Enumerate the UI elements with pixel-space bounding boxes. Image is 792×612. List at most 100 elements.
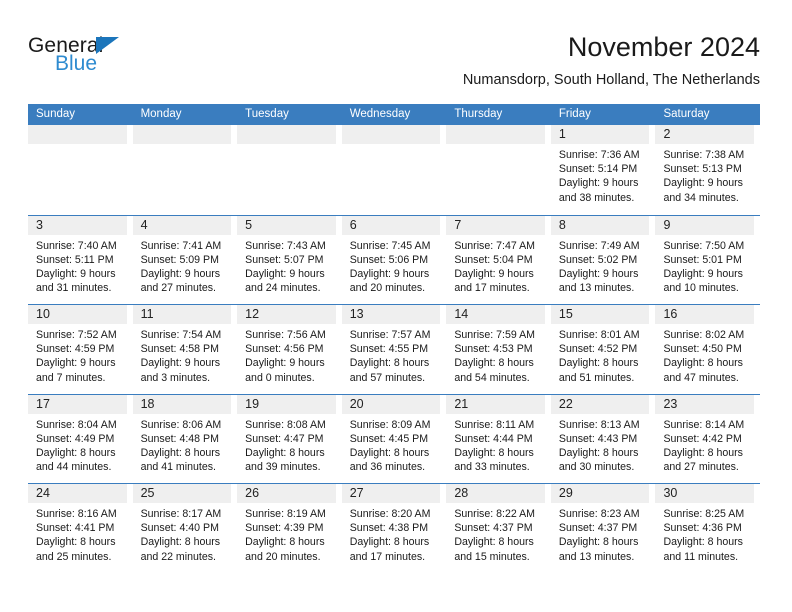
day-detail-line: and 20 minutes. [349, 282, 426, 295]
day-detail-line: Daylight: 9 hours [36, 267, 116, 280]
calendar-day-cell[interactable]: 14 Sunrise: 7:59 AM Sunset: 4:53 PM Dayligh… [446, 305, 551, 394]
day-detail-line: Sunset: 4:44 PM [454, 432, 533, 445]
day-detail-line: Sunset: 4:49 PM [36, 432, 115, 445]
day-detail-line: Sunrise: 7:36 AM [558, 149, 640, 161]
day-detail-line: Daylight: 8 hours [245, 446, 325, 459]
calendar-day-cell[interactable]: 27 Sunrise: 8:20 AM Sunset: 4:38 PM Dayligh… [341, 484, 447, 573]
day-details: Sunrise: 7:43 AM Sunset: 5:07 PM Daylight:… [237, 235, 336, 296]
day-detail-line: and 22 minutes. [140, 550, 216, 563]
day-of-week-header-wednesday: Wednesday [349, 108, 411, 120]
calendar-day-cell[interactable]: 26 Sunrise: 8:19 AM Sunset: 4:39 PM Dayligh… [237, 484, 342, 573]
calendar-day-cell[interactable]: 23 Sunrise: 8:14 AM Sunset: 4:42 PM Dayligh… [655, 394, 761, 483]
day-detail-line: Sunrise: 8:06 AM [140, 418, 222, 431]
day-details: Sunrise: 7:52 AM Sunset: 4:59 PM Daylight:… [28, 324, 127, 385]
day-detail-line: Sunrise: 7:57 AM [349, 329, 431, 341]
logo-triangle-icon [96, 37, 119, 54]
calendar-day-cell[interactable]: 22 Sunrise: 8:13 AM Sunset: 4:43 PM Dayligh… [550, 394, 656, 483]
day-number [132, 125, 232, 144]
day-detail-line: Sunset: 5:04 PM [454, 253, 533, 266]
day-detail-line: Sunset: 4:37 PM [558, 522, 638, 535]
calendar-day-cell[interactable]: 9 Sunrise: 7:50 AM Sunset: 5:01 PM Daylight… [655, 215, 761, 304]
calendar-day-cell[interactable]: 12 Sunrise: 7:56 AM Sunset: 4:56 PM Dayligh… [237, 305, 342, 394]
calendar-day-cell[interactable]: 19 Sunrise: 8:08 AM Sunset: 4:47 PM Dayligh… [237, 394, 342, 483]
day-of-week-header-tuesday: Tuesday [245, 108, 289, 120]
day-detail-line: Daylight: 9 hours [349, 267, 430, 280]
day-detail-line: Sunrise: 7:45 AM [349, 239, 431, 252]
day-details: Sunrise: 8:11 AM Sunset: 4:44 PM Daylight:… [446, 414, 545, 475]
day-detail-line: Sunrise: 8:19 AM [245, 508, 326, 520]
calendar-day-cell-empty [237, 125, 342, 215]
day-number: 20 [341, 394, 441, 414]
day-details: Sunrise: 7:54 AM Sunset: 4:58 PM Daylight:… [133, 324, 232, 385]
calendar-day-cell[interactable]: 17 Sunrise: 8:04 AM Sunset: 4:49 PM Dayligh… [28, 394, 133, 483]
day-number: 30 [655, 484, 755, 503]
day-details: Sunrise: 8:04 AM Sunset: 4:49 PM Daylight:… [28, 414, 127, 475]
calendar-day-cell[interactable]: 11 Sunrise: 7:54 AM Sunset: 4:58 PM Dayligh… [132, 305, 238, 394]
calendar-day-cell[interactable]: 16 Sunrise: 8:02 AM Sunset: 4:50 PM Dayligh… [655, 305, 761, 394]
calendar-day-cell[interactable]: 13 Sunrise: 7:57 AM Sunset: 4:55 PM Dayligh… [341, 305, 447, 394]
day-detail-line: Sunrise: 8:22 AM [454, 508, 535, 520]
day-detail-line: Sunrise: 8:02 AM [663, 329, 745, 341]
day-number: 13 [341, 305, 441, 324]
calendar-day-cell[interactable]: 30 Sunrise: 8:25 AM Sunset: 4:36 PM Dayligh… [655, 484, 761, 573]
day-detail-line: Sunset: 4:56 PM [245, 343, 324, 356]
calendar-day-cell[interactable]: 29 Sunrise: 8:23 AM Sunset: 4:37 PM Dayligh… [550, 484, 656, 573]
calendar-day-cell[interactable]: 1 Sunrise: 7:36 AM Sunset: 5:14 PM Daylight… [550, 125, 656, 215]
day-detail-line: and 20 minutes. [245, 550, 321, 563]
day-details [133, 144, 232, 148]
calendar-day-cell[interactable]: 3 Sunrise: 7:40 AM Sunset: 5:11 PM Daylight… [28, 215, 133, 304]
day-number [446, 125, 545, 144]
day-detail-line: Daylight: 8 hours [140, 446, 221, 459]
calendar-day-cell[interactable]: 28 Sunrise: 8:22 AM Sunset: 4:37 PM Dayligh… [446, 484, 551, 573]
day-detail-line: Sunset: 5:01 PM [663, 253, 742, 266]
calendar-day-cell[interactable]: 10 Sunrise: 7:52 AM Sunset: 4:59 PM Dayligh… [28, 305, 133, 394]
calendar-day-cell[interactable]: 6 Sunrise: 7:45 AM Sunset: 5:06 PM Daylight… [341, 215, 447, 304]
day-detail-line: Sunrise: 8:23 AM [558, 508, 640, 520]
calendar-day-cell[interactable]: 21 Sunrise: 8:11 AM Sunset: 4:44 PM Dayligh… [446, 394, 551, 483]
day-detail-line: Daylight: 8 hours [663, 536, 743, 549]
day-details: Sunrise: 7:59 AM Sunset: 4:53 PM Daylight:… [446, 324, 545, 385]
day-detail-line: and 41 minutes. [140, 461, 216, 474]
day-detail-line: Sunset: 5:14 PM [558, 163, 638, 176]
day-detail-line: Daylight: 8 hours [454, 357, 534, 370]
day-number [341, 125, 441, 144]
calendar-day-cell[interactable]: 20 Sunrise: 8:09 AM Sunset: 4:45 PM Dayligh… [341, 394, 447, 483]
day-detail-line: Sunrise: 8:11 AM [454, 418, 535, 431]
day-details: Sunrise: 8:16 AM Sunset: 4:41 PM Daylight:… [28, 503, 127, 564]
calendar-day-cell[interactable]: 8 Sunrise: 7:49 AM Sunset: 5:02 PM Daylight… [550, 215, 656, 304]
day-detail-line: Sunset: 4:41 PM [36, 522, 115, 535]
day-detail-line: Sunrise: 7:56 AM [245, 329, 326, 341]
calendar-day-cell[interactable]: 7 Sunrise: 7:47 AM Sunset: 5:04 PM Daylight… [446, 215, 551, 304]
day-detail-line: Daylight: 9 hours [663, 177, 743, 190]
day-number: 19 [237, 394, 336, 414]
day-detail-line: and 17 minutes. [349, 550, 426, 563]
day-details: Sunrise: 7:47 AM Sunset: 5:04 PM Daylight:… [446, 235, 545, 296]
day-details: Sunrise: 7:40 AM Sunset: 5:11 PM Daylight:… [28, 235, 127, 296]
day-number: 9 [655, 215, 755, 235]
day-detail-line: Daylight: 8 hours [36, 446, 116, 459]
day-detail-line: and 51 minutes. [558, 371, 635, 384]
calendar-day-cell[interactable]: 4 Sunrise: 7:41 AM Sunset: 5:09 PM Daylight… [132, 215, 238, 304]
day-details: Sunrise: 8:02 AM Sunset: 4:50 PM Daylight:… [655, 324, 754, 385]
day-detail-line: Daylight: 9 hours [245, 267, 325, 280]
calendar-day-cell-empty [446, 125, 551, 215]
day-detail-line: and 36 minutes. [349, 461, 426, 474]
day-detail-line: Sunrise: 7:50 AM [663, 239, 745, 252]
day-detail-line: Sunset: 4:42 PM [663, 432, 742, 445]
day-detail-line: and 27 minutes. [663, 461, 739, 474]
day-detail-line: Sunrise: 8:04 AM [36, 418, 117, 431]
day-detail-line: and 10 minutes. [663, 282, 739, 295]
calendar-day-cell[interactable]: 15 Sunrise: 8:01 AM Sunset: 4:52 PM Dayligh… [550, 305, 656, 394]
calendar-day-cell[interactable]: 18 Sunrise: 8:06 AM Sunset: 4:48 PM Dayligh… [132, 394, 238, 483]
calendar-day-cell-empty [132, 125, 238, 215]
calendar-week-row: 1 Sunrise: 7:36 AM Sunset: 5:14 PM Daylight… [28, 125, 761, 215]
calendar-day-cell[interactable]: 24 Sunrise: 8:16 AM Sunset: 4:41 PM Dayligh… [28, 484, 133, 573]
calendar-day-cell[interactable]: 25 Sunrise: 8:17 AM Sunset: 4:40 PM Dayligh… [132, 484, 238, 573]
day-number: 25 [132, 484, 232, 503]
day-details: Sunrise: 8:01 AM Sunset: 4:52 PM Daylight:… [551, 324, 650, 385]
calendar-day-cell[interactable]: 2 Sunrise: 7:38 AM Sunset: 5:13 PM Daylight… [655, 125, 761, 215]
day-detail-line: Sunrise: 7:40 AM [36, 239, 117, 252]
logo-text-blue: Blue [55, 52, 98, 75]
calendar-day-cell[interactable]: 5 Sunrise: 7:43 AM Sunset: 5:07 PM Daylight… [237, 215, 342, 304]
day-detail-line: Sunset: 4:39 PM [245, 522, 324, 535]
